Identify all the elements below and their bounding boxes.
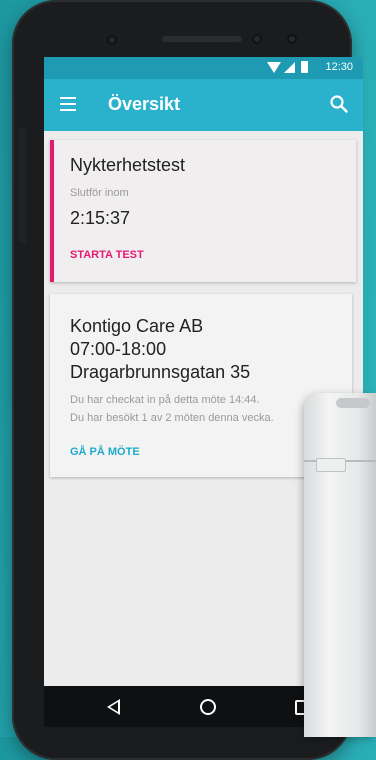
wifi-icon (267, 62, 281, 73)
countdown-timer: 2:15:37 (70, 208, 131, 228)
status-time: 12:30 (325, 61, 353, 73)
back-icon-inner (110, 702, 118, 712)
side-button (18, 128, 26, 243)
device-mouthpiece (336, 398, 370, 408)
go-to-meeting-button[interactable]: GÅ PÅ MÖTE (70, 446, 140, 458)
device-clip (316, 458, 346, 472)
meeting-address: Dragarbrunnsgatan 35 (70, 362, 251, 382)
front-camera (252, 34, 262, 44)
test-title: Nykterhetstest (70, 155, 186, 175)
app-bar: Översikt (44, 79, 363, 131)
earpiece-speaker (162, 36, 242, 42)
meeting-organization: Kontigo Care AB (70, 316, 204, 336)
sobriety-test-card: Nykterhetstest Slutför inom 2:15:37 STAR… (50, 140, 356, 282)
page-title: Översikt (108, 94, 181, 114)
visits-note: Du har besökt 1 av 2 möten denna vecka. (70, 412, 274, 424)
checkin-note: Du har checkat in på detta möte 14:44. (70, 394, 260, 406)
sensor-dot (107, 35, 117, 45)
signal-icon (284, 62, 295, 73)
status-bar: 12:30 (44, 57, 363, 79)
test-subtitle: Slutför inom (70, 187, 129, 199)
phone-frame: 12:30 Översikt Nykterhetstest Slutför in… (12, 0, 363, 760)
menu-icon[interactable] (60, 97, 76, 111)
proximity-sensor (287, 34, 297, 44)
battery-icon (301, 61, 308, 73)
search-icon[interactable] (329, 94, 349, 114)
breathalyzer-device (304, 393, 376, 737)
start-test-button[interactable]: STARTA TEST (70, 249, 144, 261)
meeting-hours: 07:00-18:00 (70, 339, 167, 359)
home-icon[interactable] (200, 699, 216, 715)
